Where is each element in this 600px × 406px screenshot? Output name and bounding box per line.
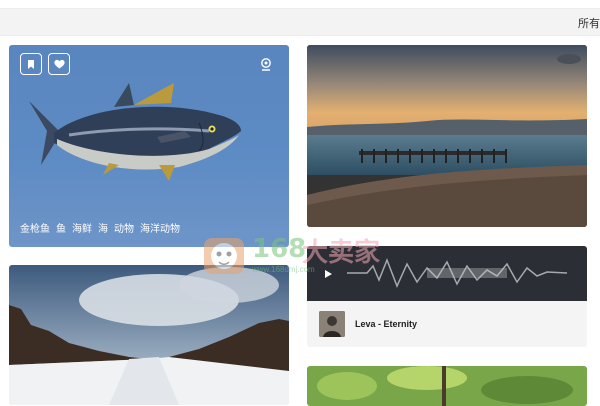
audio-card[interactable]: Leva - Eternity <box>307 246 587 347</box>
filter-bar: 所有 <box>0 8 600 36</box>
tag-list: 金枪鱼 鱼 海鲜 海 动物 海洋动物 <box>20 220 180 235</box>
tag-item[interactable]: 海洋动物 <box>140 220 180 235</box>
visual-search-icon[interactable] <box>259 57 273 71</box>
image-card-snowy-slope[interactable] <box>9 265 289 405</box>
like-button[interactable] <box>48 53 70 75</box>
tag-item[interactable]: 鱼 <box>56 220 66 235</box>
heart-icon <box>53 59 65 69</box>
play-icon[interactable] <box>323 269 333 279</box>
tag-item[interactable]: 动物 <box>114 220 134 235</box>
sunset-pier-photo <box>307 45 587 227</box>
image-card-green-leaves[interactable] <box>307 366 587 406</box>
image-card-tuna[interactable]: 金枪鱼 鱼 海鲜 海 动物 海洋动物 <box>9 45 289 247</box>
bookmark-icon <box>28 59 34 69</box>
artist-photo <box>319 311 345 337</box>
artist-avatar <box>319 311 345 337</box>
waveform-graphic <box>347 257 568 288</box>
image-card-sunset-pier[interactable] <box>307 45 587 227</box>
track-info: Leva - Eternity <box>307 301 587 347</box>
tuna-illustration <box>29 83 241 181</box>
filter-all-label[interactable]: 所有 <box>578 15 600 31</box>
tag-item[interactable]: 金枪鱼 <box>20 220 50 235</box>
track-title[interactable]: Leva - Eternity <box>355 319 417 329</box>
bookmark-button[interactable] <box>20 53 42 75</box>
tag-item[interactable]: 海鲜 <box>72 220 92 235</box>
tag-item[interactable]: 海 <box>98 220 108 235</box>
green-leaves-photo <box>307 366 587 406</box>
audio-waveform[interactable] <box>307 246 587 301</box>
snowy-slope-photo <box>9 265 289 405</box>
